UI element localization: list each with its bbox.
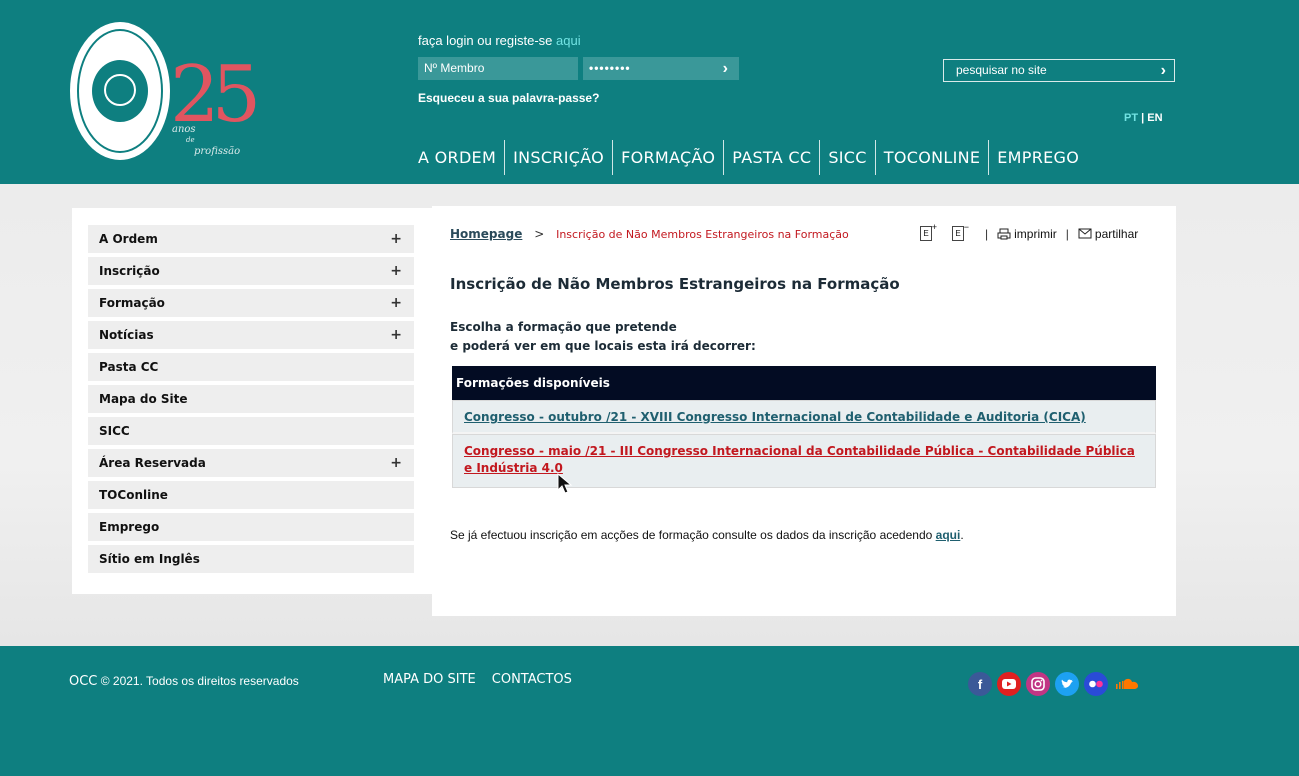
site-header: 25 anos de profissão faça login ou regis… bbox=[0, 0, 1299, 184]
print-button[interactable]: imprimir bbox=[997, 227, 1057, 241]
instagram-icon[interactable] bbox=[1026, 672, 1050, 696]
logo-25: 25 bbox=[170, 50, 261, 140]
courses-table: Formações disponíveis Congresso - outubr… bbox=[452, 366, 1156, 488]
footer-link-contacts[interactable]: CONTACTOS bbox=[492, 672, 572, 687]
lang-en[interactable]: EN bbox=[1147, 112, 1162, 124]
nav-inscricao[interactable]: INSCRIÇÃO bbox=[504, 140, 612, 175]
expand-icon[interactable]: + bbox=[390, 321, 402, 349]
language-switch: PT | EN bbox=[1124, 112, 1163, 124]
footer-nav: MAPA DO SITE CONTACTOS bbox=[383, 672, 572, 687]
sidebar-item-formacao[interactable]: Formação + bbox=[88, 289, 414, 317]
sidebar-item-noticias[interactable]: Notícias + bbox=[88, 321, 414, 349]
sidebar-item-pasta-cc[interactable]: Pasta CC bbox=[88, 353, 414, 381]
sidebar-item-mapa-do-site[interactable]: Mapa do Site bbox=[88, 385, 414, 413]
sidebar-item-sicc[interactable]: SICC bbox=[88, 417, 414, 445]
envelope-icon bbox=[1078, 228, 1092, 239]
seal-emblem bbox=[70, 22, 170, 160]
nav-a-ordem[interactable]: A ORDEM bbox=[418, 140, 504, 175]
flickr-icon[interactable] bbox=[1084, 672, 1108, 696]
expand-icon[interactable]: + bbox=[390, 257, 402, 285]
page-tools: E + E − | imprimir | partilhar bbox=[920, 222, 1138, 241]
sidebar-item-inscricao[interactable]: Inscrição + bbox=[88, 257, 414, 285]
sidebar-item-sitio-em-ingles[interactable]: Sítio em Inglês bbox=[88, 545, 414, 573]
expand-icon[interactable]: + bbox=[390, 225, 402, 253]
member-number-input[interactable]: Nº Membro bbox=[418, 57, 578, 80]
expand-icon[interactable]: + bbox=[390, 289, 402, 317]
table-header: Formações disponíveis bbox=[452, 366, 1156, 400]
breadcrumb: Homepage > Inscrição de Não Membros Estr… bbox=[450, 227, 849, 241]
breadcrumb-current: Inscrição de Não Membros Estrangeiros na… bbox=[556, 228, 849, 241]
sidebar-item-a-ordem[interactable]: A Ordem + bbox=[88, 225, 414, 253]
login-prompt: faça login ou registe-se aqui bbox=[418, 33, 581, 48]
nav-pasta-cc[interactable]: PASTA CC bbox=[723, 140, 819, 175]
search-submit-icon[interactable]: › bbox=[1161, 60, 1166, 81]
register-link[interactable]: aqui bbox=[556, 33, 581, 48]
font-increase-icon[interactable]: E + bbox=[920, 222, 937, 241]
page-intro: Escolha a formação que pretende e poderá… bbox=[450, 320, 756, 353]
search-input[interactable]: pesquisar no site › bbox=[943, 59, 1175, 82]
registration-note: Se já efectuou inscrição em acções de fo… bbox=[450, 528, 964, 542]
footer-link-site-map[interactable]: MAPA DO SITE bbox=[383, 672, 476, 687]
site-footer bbox=[0, 646, 1299, 776]
sidebar-item-toconline[interactable]: TOConline bbox=[88, 481, 414, 509]
nav-formacao[interactable]: FORMAÇÃO bbox=[612, 140, 723, 175]
nav-sicc[interactable]: SICC bbox=[819, 140, 874, 175]
soundcloud-icon[interactable] bbox=[1113, 672, 1141, 696]
forgot-password-link[interactable]: Esqueceu a sua palavra-passe? bbox=[418, 91, 599, 105]
youtube-icon[interactable] bbox=[997, 672, 1021, 696]
sidebar-item-emprego[interactable]: Emprego bbox=[88, 513, 414, 541]
printer-icon bbox=[997, 228, 1011, 239]
login-submit-icon[interactable]: › bbox=[723, 57, 729, 80]
logo-tagline: anos de profissão bbox=[172, 124, 241, 157]
copyright: OCC © 2021. Todos os direitos reservados bbox=[69, 674, 299, 689]
page-title: Inscrição de Não Membros Estrangeiros na… bbox=[450, 275, 900, 293]
site-logo[interactable]: 25 anos de profissão bbox=[70, 22, 261, 162]
twitter-icon[interactable] bbox=[1055, 672, 1079, 696]
facebook-icon[interactable]: f bbox=[968, 672, 992, 696]
share-button[interactable]: partilhar bbox=[1078, 227, 1138, 241]
breadcrumb-home[interactable]: Homepage bbox=[450, 227, 522, 241]
nav-emprego[interactable]: EMPREGO bbox=[988, 140, 1087, 175]
course-link-cica[interactable]: Congresso - outubro /21 - XVIII Congress… bbox=[452, 400, 1156, 434]
social-links: f bbox=[968, 672, 1141, 696]
nav-toconline[interactable]: TOCONLINE bbox=[874, 140, 989, 175]
registration-data-link[interactable]: aqui bbox=[936, 528, 961, 542]
main-nav: A ORDEM INSCRIÇÃO FORMAÇÃO PASTA CC SICC… bbox=[418, 140, 1087, 175]
password-input[interactable]: •••••••• › bbox=[583, 57, 739, 80]
lang-pt[interactable]: PT bbox=[1124, 112, 1138, 124]
font-decrease-icon[interactable]: E − bbox=[952, 222, 969, 241]
sidebar-item-area-reservada[interactable]: Área Reservada + bbox=[88, 449, 414, 477]
expand-icon[interactable]: + bbox=[390, 449, 402, 477]
mouse-cursor-icon bbox=[557, 472, 573, 494]
